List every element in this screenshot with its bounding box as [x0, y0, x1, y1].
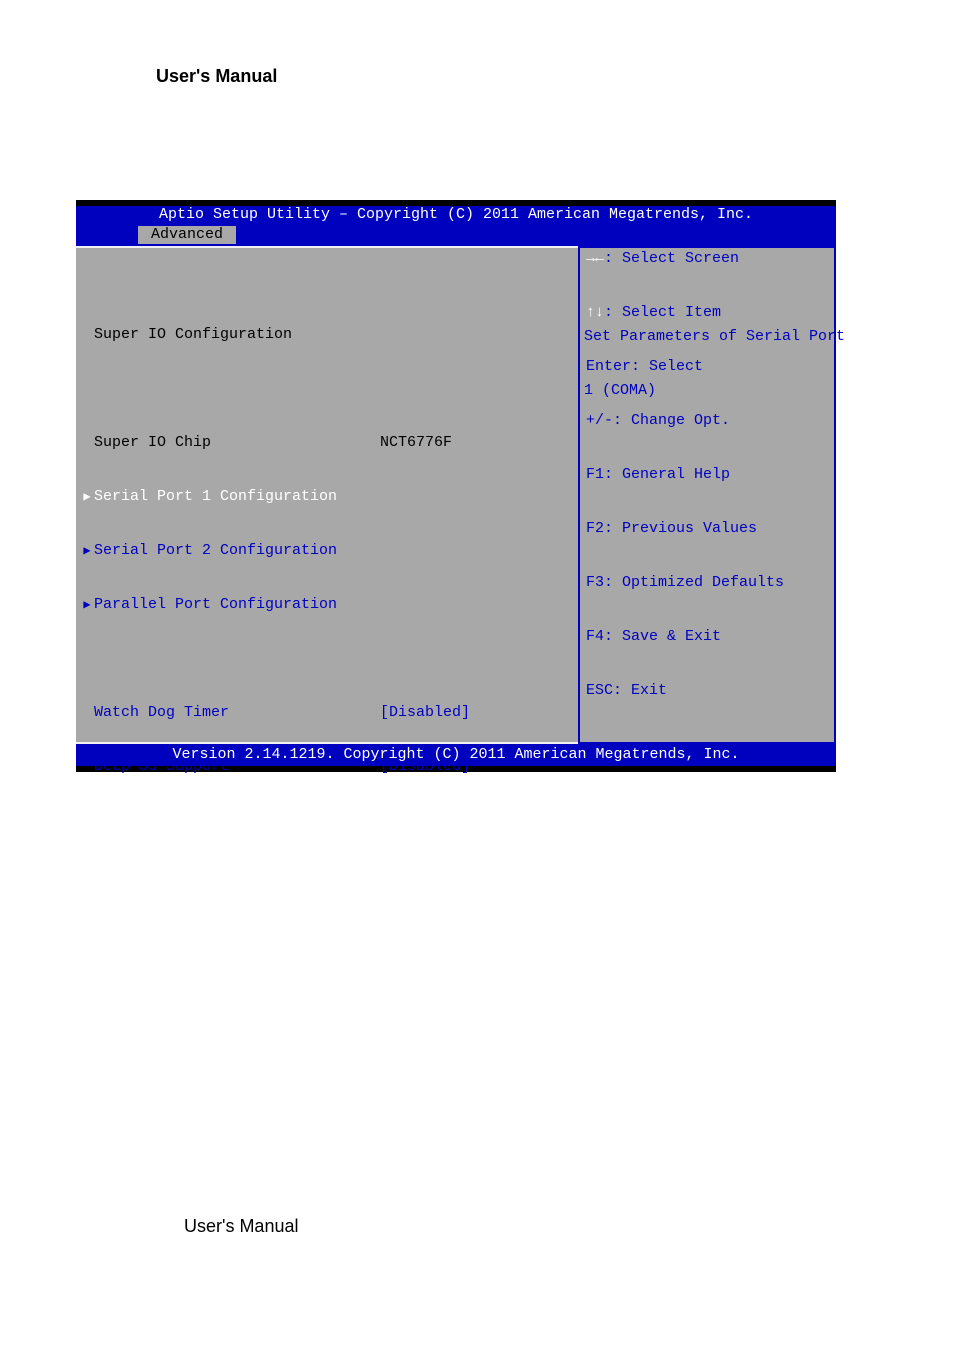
- nav-esc: ESC: Exit: [586, 682, 828, 700]
- bios-footer-bar: Version 2.14.1219. Copyright (C) 2011 Am…: [76, 744, 836, 766]
- bios-screenshot: Aptio Setup Utility – Copyright (C) 2011…: [76, 200, 836, 772]
- triangle-icon: [80, 542, 94, 560]
- submenu-serial-port-1[interactable]: Serial Port 1 Configuration: [80, 488, 570, 506]
- nav-f3: F3: Optimized Defaults: [586, 574, 828, 592]
- nav-enter: Enter: Select: [586, 358, 828, 376]
- triangle-icon: [80, 488, 94, 506]
- bios-content: Super IO Configuration Super IO ChipNCT6…: [76, 246, 836, 744]
- submenu-serial-port-2[interactable]: Serial Port 2 Configuration: [80, 542, 570, 560]
- nav-f2: F2: Previous Values: [586, 520, 828, 538]
- option-watch-dog-timer[interactable]: Watch Dog Timer[Disabled]: [80, 704, 570, 722]
- bios-left-pane: Super IO Configuration Super IO ChipNCT6…: [76, 246, 578, 744]
- nav-select-item: ↑↓: Select Item: [586, 304, 828, 322]
- page-footer: User's Manual: [184, 1216, 298, 1237]
- submenu-parallel-port[interactable]: Parallel Port Configuration: [80, 596, 570, 614]
- triangle-icon: [80, 596, 94, 614]
- section-heading: Super IO Configuration: [80, 326, 570, 344]
- bios-help-pane: Set Parameters of Serial Port 1 (COMA) →…: [578, 246, 836, 744]
- nav-change-opt: +/-: Change Opt.: [586, 412, 828, 430]
- nav-select-screen: →←: Select Screen: [586, 250, 828, 268]
- nav-f4: F4: Save & Exit: [586, 628, 828, 646]
- manual-page: User's Manual Aptio Setup Utility – Copy…: [0, 0, 954, 1350]
- page-header: User's Manual: [156, 66, 277, 87]
- super-io-chip-row: Super IO ChipNCT6776F: [80, 434, 570, 452]
- tab-advanced[interactable]: Advanced: [138, 226, 236, 244]
- nav-f1: F1: General Help: [586, 466, 828, 484]
